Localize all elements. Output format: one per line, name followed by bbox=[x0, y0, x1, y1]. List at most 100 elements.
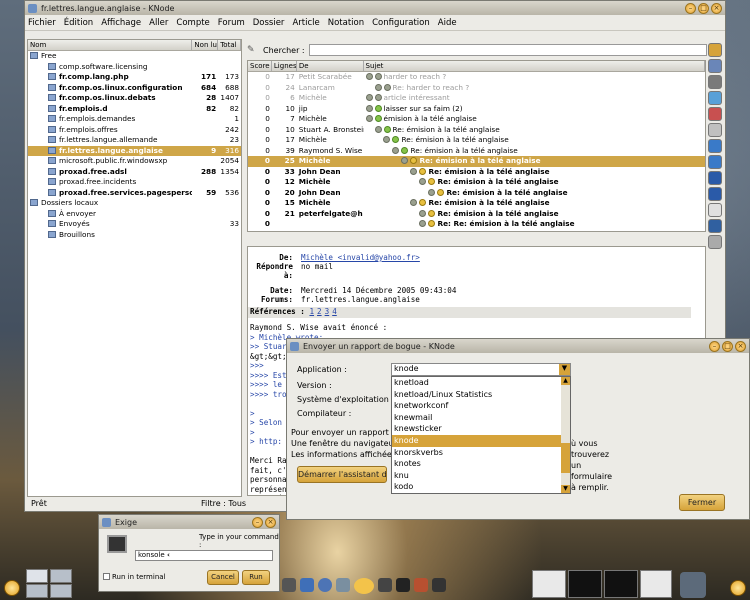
folder-row[interactable]: À envoyer bbox=[28, 209, 241, 220]
thread-expand-icon[interactable] bbox=[383, 136, 391, 143]
article-row[interactable]: 0 33 John Dean Re: émision à la télé anglai… bbox=[248, 167, 705, 178]
pen-icon[interactable] bbox=[378, 578, 392, 592]
folder-row[interactable]: fr.emplois.demandes 1 bbox=[28, 114, 241, 125]
logout-icon[interactable] bbox=[730, 580, 746, 596]
folder-row[interactable]: Brouillons bbox=[28, 230, 241, 241]
start-wizard-button[interactable]: Démarrer l'assistant de bbox=[297, 466, 387, 483]
reference-link[interactable]: 3 bbox=[325, 307, 330, 316]
settings-icon[interactable] bbox=[708, 235, 722, 249]
folder-row[interactable]: Dossiers locaux bbox=[28, 198, 241, 209]
monitor-icon[interactable] bbox=[432, 578, 446, 592]
browser-icon[interactable] bbox=[318, 578, 332, 592]
menu-affichage[interactable]: Affichage bbox=[101, 18, 141, 28]
article-row[interactable]: 0 25 Michèle Re: émision à la télé anglaise bbox=[248, 156, 705, 167]
menu-édition[interactable]: Édition bbox=[64, 18, 93, 28]
search-input[interactable] bbox=[308, 44, 707, 56]
dropdown-item[interactable]: knetload bbox=[392, 377, 562, 389]
bug-dialog-titlebar[interactable]: Envoyer un rapport de bogue - KNode – □ … bbox=[287, 339, 749, 353]
menu-dossier[interactable]: Dossier bbox=[253, 18, 285, 28]
run-dialog-minimize[interactable]: – bbox=[252, 516, 263, 528]
thread-expand-icon[interactable] bbox=[410, 199, 418, 206]
thread-expand-icon[interactable] bbox=[374, 83, 382, 91]
folder-row[interactable]: comp.software.licensing bbox=[28, 62, 241, 73]
dropdown-item[interactable]: knorskverbs bbox=[392, 447, 562, 459]
dropdown-item[interactable]: knewmail bbox=[392, 412, 562, 424]
folder-row[interactable]: proxad.free.incidents bbox=[28, 177, 241, 188]
cloud-icon[interactable] bbox=[354, 578, 374, 594]
knode-launcher-icon[interactable] bbox=[396, 578, 410, 592]
folder-row[interactable]: fr.comp.os.linux.debats 28 1407 bbox=[28, 93, 241, 104]
thread-expand-icon[interactable] bbox=[419, 209, 427, 217]
cancel-icon[interactable] bbox=[708, 123, 722, 137]
folder-row[interactable]: fr.lettres.langue.anglaise 9 316 bbox=[28, 145, 241, 156]
menu-forum[interactable]: Forum bbox=[218, 18, 245, 28]
reference-link[interactable]: 1 bbox=[309, 307, 314, 316]
thread-expand-icon[interactable] bbox=[392, 146, 400, 154]
menu-article[interactable]: Article bbox=[292, 18, 319, 28]
folder-row[interactable]: microsoft.public.fr.windowsxp 2054 bbox=[28, 156, 241, 167]
terminal-launcher-icon[interactable] bbox=[282, 578, 296, 592]
folder-row[interactable]: fr.lettres.langue.allemande 23 bbox=[28, 135, 241, 146]
clear-search-icon[interactable]: ✎ bbox=[247, 45, 257, 55]
article-row[interactable]: 0 12 Michèle Re: émision à la télé anglaise bbox=[248, 177, 705, 188]
menu-aide[interactable]: Aide bbox=[438, 18, 457, 28]
col-name[interactable]: Nom bbox=[28, 40, 193, 50]
kde-menu-icon[interactable] bbox=[4, 580, 20, 596]
command-input[interactable]: konsole ‹ bbox=[135, 550, 273, 561]
close-button[interactable]: × bbox=[711, 2, 722, 14]
bug-dialog-minimize[interactable]: – bbox=[709, 340, 720, 352]
article-row[interactable]: 0 7 Michèle émision à la télé anglaise bbox=[248, 114, 705, 125]
dropdown-item[interactable]: knotes bbox=[392, 458, 562, 470]
home-folder-icon[interactable] bbox=[336, 578, 350, 592]
thread-expand-icon[interactable] bbox=[365, 104, 373, 112]
scroll-down-icon[interactable]: ▼ bbox=[561, 485, 570, 493]
article-row[interactable]: 0 6 Michèle article intéressant bbox=[248, 93, 705, 104]
reference-link[interactable]: 2 bbox=[317, 307, 322, 316]
dropdown-scrollbar[interactable]: ▲ ▼ bbox=[561, 377, 570, 493]
dropdown-item[interactable]: knewsticker bbox=[392, 423, 562, 435]
run-dialog-close[interactable]: × bbox=[265, 516, 276, 528]
folder-row[interactable]: fr.emplois.d 82 82 bbox=[28, 104, 241, 115]
menu-compte[interactable]: Compte bbox=[176, 18, 209, 28]
article-row[interactable]: 0 20 John Dean Re: émision à la télé anglai… bbox=[248, 188, 705, 199]
menu-fichier[interactable]: Fichier bbox=[28, 18, 56, 28]
dropdown-item[interactable]: knode bbox=[392, 434, 562, 447]
clock-applet[interactable] bbox=[640, 570, 672, 598]
thread-expand-icon[interactable] bbox=[374, 125, 382, 133]
folder-row[interactable]: Envoyés 33 bbox=[28, 219, 241, 230]
forward-icon[interactable] bbox=[708, 139, 722, 153]
thread-expand-icon[interactable] bbox=[428, 188, 436, 196]
article-row[interactable]: 0 15 Michèle Re: émision à la télé anglaise bbox=[248, 198, 705, 209]
folder-row[interactable]: Free bbox=[28, 51, 241, 62]
watch-icon[interactable] bbox=[708, 203, 722, 217]
application-combo[interactable]: knode ▼ bbox=[391, 363, 571, 376]
thread-expand-icon[interactable] bbox=[365, 115, 373, 122]
scroll-thumb[interactable] bbox=[561, 443, 570, 473]
thread-expand-icon[interactable] bbox=[401, 157, 409, 164]
delete-icon[interactable] bbox=[708, 107, 722, 121]
folder-row[interactable]: proxad.free.services.pagesperso 59 536 bbox=[28, 188, 241, 199]
article-row[interactable]: 0 10 Stuart A. Bronstein Re: émision à la t… bbox=[248, 125, 705, 136]
menu-notation[interactable]: Notation bbox=[328, 18, 364, 28]
prev-thread-icon[interactable] bbox=[708, 187, 722, 201]
save-icon[interactable] bbox=[708, 59, 722, 73]
reference-link[interactable]: 4 bbox=[332, 307, 337, 316]
dropdown-item[interactable]: knetworkconf bbox=[392, 400, 562, 412]
folder-row[interactable]: fr.comp.os.linux.configuration 684 688 bbox=[28, 83, 241, 94]
knode-titlebar[interactable]: fr.lettres.langue.anglaise - KNode – □ × bbox=[25, 1, 725, 15]
col-score[interactable]: Score bbox=[248, 61, 272, 71]
menu-configuration[interactable]: Configuration bbox=[372, 18, 430, 28]
thread-expand-icon[interactable] bbox=[365, 94, 373, 101]
next-thread-icon[interactable] bbox=[708, 171, 722, 185]
reply-icon[interactable] bbox=[708, 91, 722, 105]
article-row[interactable]: 0 17 Petit Scarabée harder to reach ? bbox=[248, 72, 705, 83]
thread-expand-icon[interactable] bbox=[410, 167, 418, 175]
pager-desktop-1[interactable] bbox=[26, 569, 48, 583]
article-row[interactable]: 0 24 Lanarcam Re: harder to reach ? bbox=[248, 83, 705, 94]
battery-applet[interactable] bbox=[532, 570, 566, 598]
clear-input-icon[interactable]: ‹ bbox=[167, 551, 170, 559]
thread-expand-icon[interactable] bbox=[419, 220, 427, 227]
mail-icon[interactable] bbox=[414, 578, 428, 592]
article-row[interactable]: 0 10 jip laisser sur sa faim (2) bbox=[248, 104, 705, 115]
folder-row[interactable]: fr.comp.lang.php 171 173 bbox=[28, 72, 241, 83]
